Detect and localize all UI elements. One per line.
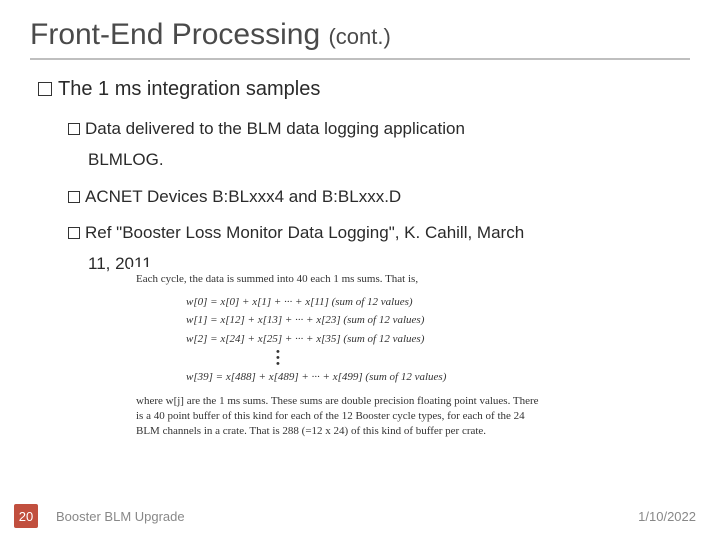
checkbox-icon	[38, 82, 52, 96]
inset-bottom-caption: where w[j] are the 1 ms sums. These sums…	[136, 394, 544, 440]
formula-inset: Each cycle, the data is summed into 40 e…	[130, 267, 550, 444]
bullet2c-text: Ref "Booster Loss Monitor Data Logging",…	[85, 223, 524, 242]
formula-w0: w[0] = x[0] + x[1] + ··· + x[11] (sum of…	[186, 294, 544, 311]
bullet-level2-acnet: ACNET Devices B:BLxxx4 and B:BLxxx.D	[68, 183, 690, 210]
bullet-level2-data: Data delivered to the BLM data logging a…	[68, 115, 690, 142]
formula-w39: w[39] = x[488] + x[489] + ··· + x[499] (…	[186, 369, 544, 386]
checkbox-icon	[68, 123, 80, 135]
bullet-level2-ref: Ref "Booster Loss Monitor Data Logging",…	[68, 219, 690, 246]
inset-top-caption: Each cycle, the data is summed into 40 e…	[136, 271, 544, 288]
vertical-ellipsis-icon: •••	[276, 349, 544, 367]
slide-number-badge: 20	[14, 504, 38, 528]
checkbox-icon	[68, 227, 80, 239]
bullet-level1: The 1 ms integration samples	[38, 78, 690, 101]
title-cont: (cont.)	[328, 24, 390, 49]
bullet2b-text: ACNET Devices B:BLxxx4 and B:BLxxx.D	[85, 187, 401, 206]
page-title: Front-End Processing (cont.)	[30, 18, 690, 60]
footer-date: 1/10/2022	[638, 509, 696, 524]
formula-w2: w[2] = x[24] + x[25] + ··· + x[35] (sum …	[186, 331, 544, 348]
slide-container: Front-End Processing (cont.) The 1 ms in…	[0, 0, 720, 540]
bullet-level2-data-cont: BLMLOG.	[88, 146, 690, 173]
checkbox-icon	[68, 191, 80, 203]
bullet1-text: The 1 ms integration samples	[58, 78, 320, 100]
title-main: Front-End Processing	[30, 18, 320, 51]
footer: 20 Booster BLM Upgrade 1/10/2022	[0, 508, 720, 532]
formula-w1: w[1] = x[12] + x[13] + ··· + x[23] (sum …	[186, 312, 544, 329]
footer-text: Booster BLM Upgrade	[56, 509, 185, 524]
bullet2a-text: Data delivered to the BLM data logging a…	[85, 119, 465, 138]
